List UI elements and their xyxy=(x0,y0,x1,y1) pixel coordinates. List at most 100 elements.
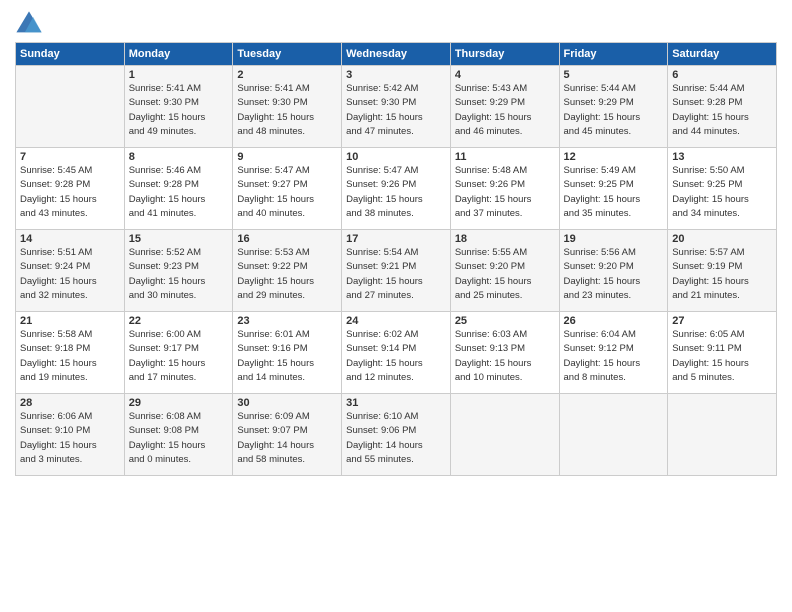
calendar-cell: 20Sunrise: 5:57 AM Sunset: 9:19 PM Dayli… xyxy=(668,230,777,312)
day-number: 14 xyxy=(20,233,120,245)
week-row-2: 7Sunrise: 5:45 AM Sunset: 9:28 PM Daylig… xyxy=(16,148,777,230)
day-number: 22 xyxy=(129,315,229,327)
day-info: Sunrise: 6:02 AM Sunset: 9:14 PM Dayligh… xyxy=(346,328,446,385)
calendar-cell: 29Sunrise: 6:08 AM Sunset: 9:08 PM Dayli… xyxy=(124,394,233,476)
calendar-cell: 1Sunrise: 5:41 AM Sunset: 9:30 PM Daylig… xyxy=(124,66,233,148)
day-number: 5 xyxy=(564,69,664,81)
calendar-cell: 24Sunrise: 6:02 AM Sunset: 9:14 PM Dayli… xyxy=(342,312,451,394)
day-info: Sunrise: 5:56 AM Sunset: 9:20 PM Dayligh… xyxy=(564,246,664,303)
week-row-1: 1Sunrise: 5:41 AM Sunset: 9:30 PM Daylig… xyxy=(16,66,777,148)
calendar-cell: 25Sunrise: 6:03 AM Sunset: 9:13 PM Dayli… xyxy=(450,312,559,394)
calendar-cell: 12Sunrise: 5:49 AM Sunset: 9:25 PM Dayli… xyxy=(559,148,668,230)
calendar-cell: 3Sunrise: 5:42 AM Sunset: 9:30 PM Daylig… xyxy=(342,66,451,148)
day-number: 31 xyxy=(346,397,446,409)
calendar-cell: 4Sunrise: 5:43 AM Sunset: 9:29 PM Daylig… xyxy=(450,66,559,148)
day-number: 21 xyxy=(20,315,120,327)
day-info: Sunrise: 6:06 AM Sunset: 9:10 PM Dayligh… xyxy=(20,410,120,467)
calendar-cell: 17Sunrise: 5:54 AM Sunset: 9:21 PM Dayli… xyxy=(342,230,451,312)
day-number: 18 xyxy=(455,233,555,245)
day-info: Sunrise: 6:00 AM Sunset: 9:17 PM Dayligh… xyxy=(129,328,229,385)
day-info: Sunrise: 5:49 AM Sunset: 9:25 PM Dayligh… xyxy=(564,164,664,221)
calendar-cell: 18Sunrise: 5:55 AM Sunset: 9:20 PM Dayli… xyxy=(450,230,559,312)
calendar-cell: 15Sunrise: 5:52 AM Sunset: 9:23 PM Dayli… xyxy=(124,230,233,312)
day-number: 16 xyxy=(237,233,337,245)
calendar-cell: 16Sunrise: 5:53 AM Sunset: 9:22 PM Dayli… xyxy=(233,230,342,312)
calendar-cell: 6Sunrise: 5:44 AM Sunset: 9:28 PM Daylig… xyxy=(668,66,777,148)
day-info: Sunrise: 5:55 AM Sunset: 9:20 PM Dayligh… xyxy=(455,246,555,303)
calendar-cell: 13Sunrise: 5:50 AM Sunset: 9:25 PM Dayli… xyxy=(668,148,777,230)
page-container: SundayMondayTuesdayWednesdayThursdayFrid… xyxy=(0,0,792,486)
day-number: 9 xyxy=(237,151,337,163)
day-number: 17 xyxy=(346,233,446,245)
calendar-cell: 11Sunrise: 5:48 AM Sunset: 9:26 PM Dayli… xyxy=(450,148,559,230)
day-number: 24 xyxy=(346,315,446,327)
day-info: Sunrise: 5:41 AM Sunset: 9:30 PM Dayligh… xyxy=(129,82,229,139)
day-info: Sunrise: 5:46 AM Sunset: 9:28 PM Dayligh… xyxy=(129,164,229,221)
day-info: Sunrise: 5:58 AM Sunset: 9:18 PM Dayligh… xyxy=(20,328,120,385)
day-number: 28 xyxy=(20,397,120,409)
calendar-cell: 27Sunrise: 6:05 AM Sunset: 9:11 PM Dayli… xyxy=(668,312,777,394)
calendar-cell: 5Sunrise: 5:44 AM Sunset: 9:29 PM Daylig… xyxy=(559,66,668,148)
day-number: 6 xyxy=(672,69,772,81)
calendar-cell xyxy=(668,394,777,476)
calendar-cell: 31Sunrise: 6:10 AM Sunset: 9:06 PM Dayli… xyxy=(342,394,451,476)
day-number: 12 xyxy=(564,151,664,163)
day-header-wednesday: Wednesday xyxy=(342,43,451,66)
day-info: Sunrise: 5:53 AM Sunset: 9:22 PM Dayligh… xyxy=(237,246,337,303)
day-number: 15 xyxy=(129,233,229,245)
day-info: Sunrise: 5:48 AM Sunset: 9:26 PM Dayligh… xyxy=(455,164,555,221)
header-row: SundayMondayTuesdayWednesdayThursdayFrid… xyxy=(16,43,777,66)
day-number: 20 xyxy=(672,233,772,245)
day-number: 7 xyxy=(20,151,120,163)
calendar-cell xyxy=(16,66,125,148)
calendar-cell: 14Sunrise: 5:51 AM Sunset: 9:24 PM Dayli… xyxy=(16,230,125,312)
calendar-table: SundayMondayTuesdayWednesdayThursdayFrid… xyxy=(15,42,777,476)
calendar-cell xyxy=(450,394,559,476)
day-info: Sunrise: 5:43 AM Sunset: 9:29 PM Dayligh… xyxy=(455,82,555,139)
day-info: Sunrise: 5:57 AM Sunset: 9:19 PM Dayligh… xyxy=(672,246,772,303)
day-info: Sunrise: 6:03 AM Sunset: 9:13 PM Dayligh… xyxy=(455,328,555,385)
day-header-sunday: Sunday xyxy=(16,43,125,66)
day-info: Sunrise: 5:50 AM Sunset: 9:25 PM Dayligh… xyxy=(672,164,772,221)
day-number: 30 xyxy=(237,397,337,409)
week-row-5: 28Sunrise: 6:06 AM Sunset: 9:10 PM Dayli… xyxy=(16,394,777,476)
day-info: Sunrise: 5:47 AM Sunset: 9:26 PM Dayligh… xyxy=(346,164,446,221)
day-number: 26 xyxy=(564,315,664,327)
day-number: 11 xyxy=(455,151,555,163)
day-info: Sunrise: 5:54 AM Sunset: 9:21 PM Dayligh… xyxy=(346,246,446,303)
day-info: Sunrise: 6:05 AM Sunset: 9:11 PM Dayligh… xyxy=(672,328,772,385)
calendar-cell: 28Sunrise: 6:06 AM Sunset: 9:10 PM Dayli… xyxy=(16,394,125,476)
calendar-cell: 10Sunrise: 5:47 AM Sunset: 9:26 PM Dayli… xyxy=(342,148,451,230)
logo xyxy=(15,10,47,38)
day-info: Sunrise: 6:08 AM Sunset: 9:08 PM Dayligh… xyxy=(129,410,229,467)
calendar-cell: 7Sunrise: 5:45 AM Sunset: 9:28 PM Daylig… xyxy=(16,148,125,230)
day-number: 13 xyxy=(672,151,772,163)
calendar-cell: 9Sunrise: 5:47 AM Sunset: 9:27 PM Daylig… xyxy=(233,148,342,230)
day-number: 23 xyxy=(237,315,337,327)
calendar-cell: 2Sunrise: 5:41 AM Sunset: 9:30 PM Daylig… xyxy=(233,66,342,148)
day-info: Sunrise: 6:04 AM Sunset: 9:12 PM Dayligh… xyxy=(564,328,664,385)
day-info: Sunrise: 6:01 AM Sunset: 9:16 PM Dayligh… xyxy=(237,328,337,385)
day-number: 10 xyxy=(346,151,446,163)
day-number: 29 xyxy=(129,397,229,409)
day-header-monday: Monday xyxy=(124,43,233,66)
header xyxy=(15,10,777,38)
day-number: 1 xyxy=(129,69,229,81)
day-info: Sunrise: 5:51 AM Sunset: 9:24 PM Dayligh… xyxy=(20,246,120,303)
day-number: 3 xyxy=(346,69,446,81)
week-row-4: 21Sunrise: 5:58 AM Sunset: 9:18 PM Dayli… xyxy=(16,312,777,394)
calendar-cell: 30Sunrise: 6:09 AM Sunset: 9:07 PM Dayli… xyxy=(233,394,342,476)
day-number: 4 xyxy=(455,69,555,81)
day-info: Sunrise: 6:09 AM Sunset: 9:07 PM Dayligh… xyxy=(237,410,337,467)
day-info: Sunrise: 5:52 AM Sunset: 9:23 PM Dayligh… xyxy=(129,246,229,303)
day-info: Sunrise: 6:10 AM Sunset: 9:06 PM Dayligh… xyxy=(346,410,446,467)
calendar-cell: 22Sunrise: 6:00 AM Sunset: 9:17 PM Dayli… xyxy=(124,312,233,394)
day-header-friday: Friday xyxy=(559,43,668,66)
day-header-saturday: Saturday xyxy=(668,43,777,66)
logo-icon xyxy=(15,10,43,38)
calendar-cell: 21Sunrise: 5:58 AM Sunset: 9:18 PM Dayli… xyxy=(16,312,125,394)
day-number: 27 xyxy=(672,315,772,327)
day-info: Sunrise: 5:44 AM Sunset: 9:28 PM Dayligh… xyxy=(672,82,772,139)
calendar-cell xyxy=(559,394,668,476)
calendar-cell: 26Sunrise: 6:04 AM Sunset: 9:12 PM Dayli… xyxy=(559,312,668,394)
